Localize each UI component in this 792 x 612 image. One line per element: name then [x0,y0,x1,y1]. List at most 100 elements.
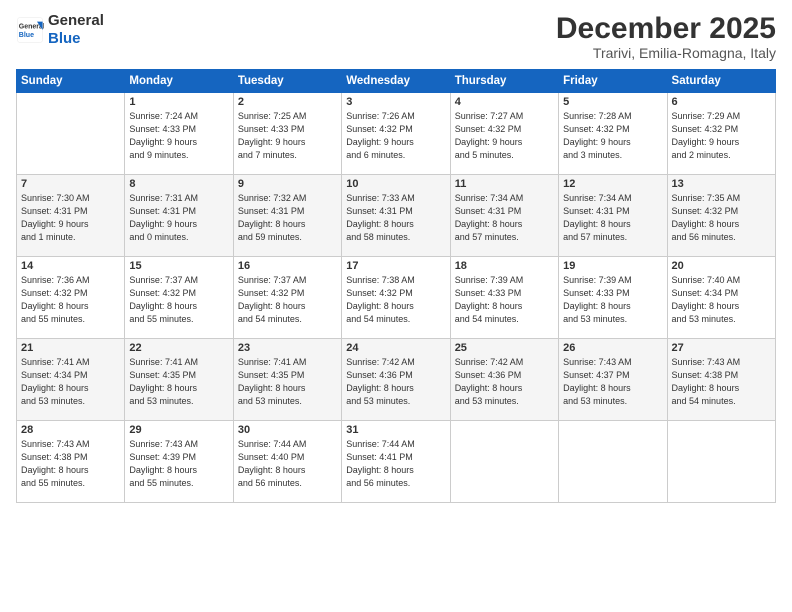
day-number: 7 [21,178,120,190]
weekday-header: Saturday [667,70,775,93]
day-number: 30 [238,424,337,436]
day-info: Sunrise: 7:32 AM Sunset: 4:31 PM Dayligh… [238,192,337,244]
day-info: Sunrise: 7:36 AM Sunset: 4:32 PM Dayligh… [21,274,120,326]
day-info: Sunrise: 7:25 AM Sunset: 4:33 PM Dayligh… [238,110,337,162]
calendar-cell: 6 Sunrise: 7:29 AM Sunset: 4:32 PM Daylig… [667,93,775,175]
logo-icon: General Blue [16,16,44,44]
day-info: Sunrise: 7:34 AM Sunset: 4:31 PM Dayligh… [563,192,662,244]
day-number: 1 [129,96,228,108]
calendar-cell: 14 Sunrise: 7:36 AM Sunset: 4:32 PM Dayli… [17,257,125,339]
day-info: Sunrise: 7:28 AM Sunset: 4:32 PM Dayligh… [563,110,662,162]
calendar-cell [667,421,775,503]
day-info: Sunrise: 7:31 AM Sunset: 4:31 PM Dayligh… [129,192,228,244]
weekday-header: Sunday [17,70,125,93]
day-number: 12 [563,178,662,190]
calendar-cell: 1 Sunrise: 7:24 AM Sunset: 4:33 PM Daylig… [125,93,233,175]
day-info: Sunrise: 7:26 AM Sunset: 4:32 PM Dayligh… [346,110,445,162]
logo-text: General Blue [48,12,104,48]
day-info: Sunrise: 7:41 AM Sunset: 4:35 PM Dayligh… [238,356,337,408]
calendar-cell [450,421,558,503]
day-number: 23 [238,342,337,354]
day-number: 26 [563,342,662,354]
day-number: 14 [21,260,120,272]
day-info: Sunrise: 7:41 AM Sunset: 4:34 PM Dayligh… [21,356,120,408]
calendar-cell: 16 Sunrise: 7:37 AM Sunset: 4:32 PM Dayli… [233,257,341,339]
svg-text:Blue: Blue [19,32,34,39]
weekday-header: Monday [125,70,233,93]
day-number: 13 [672,178,771,190]
header-row: SundayMondayTuesdayWednesdayThursdayFrid… [17,70,776,93]
calendar-cell: 29 Sunrise: 7:43 AM Sunset: 4:39 PM Dayli… [125,421,233,503]
day-number: 8 [129,178,228,190]
calendar-cell: 20Sunrise: 7:40 AM Sunset: 4:34 PM Dayli… [667,257,775,339]
calendar-cell: 30 Sunrise: 7:44 AM Sunset: 4:40 PM Dayli… [233,421,341,503]
day-number: 29 [129,424,228,436]
day-info: Sunrise: 7:34 AM Sunset: 4:31 PM Dayligh… [455,192,554,244]
day-number: 24 [346,342,445,354]
calendar-cell: 13 Sunrise: 7:35 AM Sunset: 4:32 PM Dayli… [667,175,775,257]
logo: General Blue General Blue [16,12,104,48]
day-number: 16 [238,260,337,272]
calendar-cell: 28 Sunrise: 7:43 AM Sunset: 4:38 PM Dayli… [17,421,125,503]
day-info: Sunrise: 7:40 AM Sunset: 4:34 PM Dayligh… [672,274,771,326]
day-info: Sunrise: 7:43 AM Sunset: 4:38 PM Dayligh… [672,356,771,408]
day-number: 15 [129,260,228,272]
weekday-header: Friday [559,70,667,93]
calendar-cell: 2 Sunrise: 7:25 AM Sunset: 4:33 PM Daylig… [233,93,341,175]
calendar-cell: 4Sunrise: 7:27 AM Sunset: 4:32 PM Daylig… [450,93,558,175]
day-number: 6 [672,96,771,108]
calendar-cell: 15 Sunrise: 7:37 AM Sunset: 4:32 PM Dayli… [125,257,233,339]
day-info: Sunrise: 7:42 AM Sunset: 4:36 PM Dayligh… [346,356,445,408]
header: General Blue General Blue December 2025 … [16,12,776,61]
day-number: 21 [21,342,120,354]
day-info: Sunrise: 7:41 AM Sunset: 4:35 PM Dayligh… [129,356,228,408]
day-info: Sunrise: 7:24 AM Sunset: 4:33 PM Dayligh… [129,110,228,162]
calendar-cell: 3 Sunrise: 7:26 AM Sunset: 4:32 PM Daylig… [342,93,450,175]
calendar-cell: 18Sunrise: 7:39 AM Sunset: 4:33 PM Dayli… [450,257,558,339]
weekday-header: Tuesday [233,70,341,93]
day-info: Sunrise: 7:35 AM Sunset: 4:32 PM Dayligh… [672,192,771,244]
title-block: December 2025 Trarivi, Emilia-Romagna, I… [556,12,776,61]
calendar-cell: 25 Sunrise: 7:42 AM Sunset: 4:36 PM Dayli… [450,339,558,421]
calendar-cell: 23 Sunrise: 7:41 AM Sunset: 4:35 PM Dayli… [233,339,341,421]
day-number: 18 [455,260,554,272]
day-info: Sunrise: 7:42 AM Sunset: 4:36 PM Dayligh… [455,356,554,408]
calendar-cell: 9 Sunrise: 7:32 AM Sunset: 4:31 PM Daylig… [233,175,341,257]
page: General Blue General Blue December 2025 … [0,0,792,612]
calendar-cell [17,93,125,175]
day-info: Sunrise: 7:29 AM Sunset: 4:32 PM Dayligh… [672,110,771,162]
day-number: 27 [672,342,771,354]
location-title: Trarivi, Emilia-Romagna, Italy [556,45,776,61]
day-number: 4 [455,96,554,108]
calendar-cell [559,421,667,503]
day-info: Sunrise: 7:43 AM Sunset: 4:39 PM Dayligh… [129,438,228,490]
calendar-week-row: 21 Sunrise: 7:41 AM Sunset: 4:34 PM Dayli… [17,339,776,421]
calendar-week-row: 14 Sunrise: 7:36 AM Sunset: 4:32 PM Dayli… [17,257,776,339]
calendar-cell: 22 Sunrise: 7:41 AM Sunset: 4:35 PM Dayli… [125,339,233,421]
day-number: 28 [21,424,120,436]
calendar-cell: 26Sunrise: 7:43 AM Sunset: 4:37 PM Dayli… [559,339,667,421]
day-info: Sunrise: 7:43 AM Sunset: 4:38 PM Dayligh… [21,438,120,490]
day-info: Sunrise: 7:37 AM Sunset: 4:32 PM Dayligh… [129,274,228,326]
calendar-cell: 24 Sunrise: 7:42 AM Sunset: 4:36 PM Dayli… [342,339,450,421]
weekday-header: Wednesday [342,70,450,93]
day-info: Sunrise: 7:37 AM Sunset: 4:32 PM Dayligh… [238,274,337,326]
day-info: Sunrise: 7:33 AM Sunset: 4:31 PM Dayligh… [346,192,445,244]
calendar-cell: 8 Sunrise: 7:31 AM Sunset: 4:31 PM Daylig… [125,175,233,257]
day-info: Sunrise: 7:44 AM Sunset: 4:40 PM Dayligh… [238,438,337,490]
day-info: Sunrise: 7:30 AM Sunset: 4:31 PM Dayligh… [21,192,120,244]
weekday-header: Thursday [450,70,558,93]
calendar-week-row: 28 Sunrise: 7:43 AM Sunset: 4:38 PM Dayli… [17,421,776,503]
day-number: 3 [346,96,445,108]
calendar-week-row: 1 Sunrise: 7:24 AM Sunset: 4:33 PM Daylig… [17,93,776,175]
calendar-cell: 5Sunrise: 7:28 AM Sunset: 4:32 PM Daylig… [559,93,667,175]
day-number: 2 [238,96,337,108]
day-number: 25 [455,342,554,354]
day-number: 19 [563,260,662,272]
day-number: 9 [238,178,337,190]
calendar-cell: 31Sunrise: 7:44 AM Sunset: 4:41 PM Dayli… [342,421,450,503]
day-number: 10 [346,178,445,190]
calendar-cell: 7 Sunrise: 7:30 AM Sunset: 4:31 PM Daylig… [17,175,125,257]
day-info: Sunrise: 7:39 AM Sunset: 4:33 PM Dayligh… [563,274,662,326]
day-number: 22 [129,342,228,354]
